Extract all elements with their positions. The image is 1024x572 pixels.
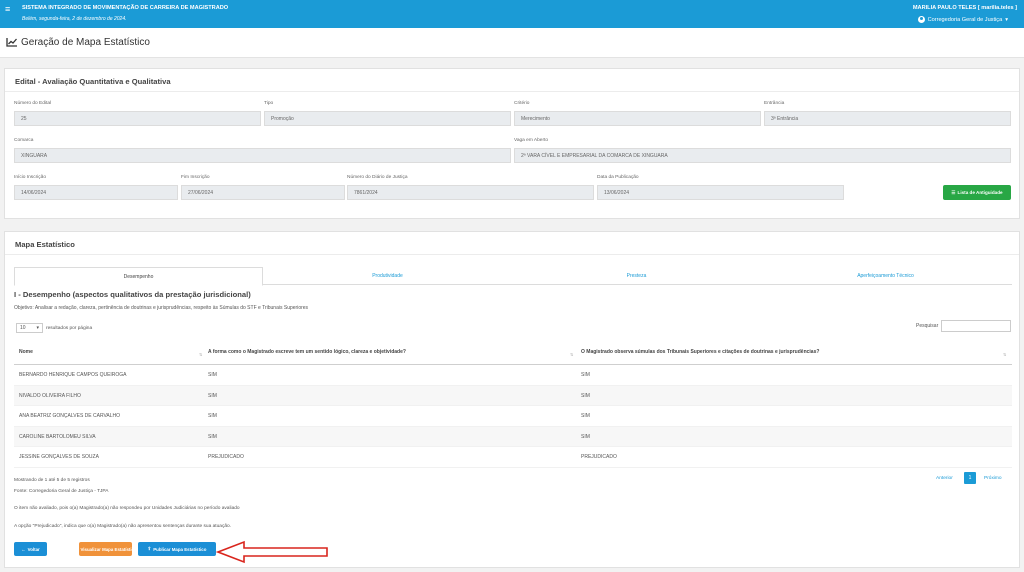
table-info: Mostrando de 1 até 5 de 5 registros <box>14 478 90 483</box>
cell-nome: CAROLINE BARTOLOMEU SILVA <box>19 433 96 440</box>
lista-antiguidade-button[interactable]: ☰ Lista de Antiguidade <box>943 185 1011 200</box>
cell-q2: SIM <box>581 433 590 440</box>
pagination-next[interactable]: Próximo <box>984 476 1002 481</box>
chevron-down-icon: ▾ <box>36 325 39 331</box>
back-button-label: Voltar <box>27 546 40 552</box>
table-row: NIVALDO OLIVEIRA FILHO SIM SIM <box>14 385 1012 406</box>
edital-card: Edital - Avaliação Quantitativa e Qualit… <box>4 68 1020 219</box>
footnote-not-evaluated: O item não avaliado, pois o(a) Magistrad… <box>14 506 240 511</box>
document-icon: ▤ <box>74 546 79 551</box>
share-icon: ⇪ <box>147 546 152 551</box>
pagination-prev[interactable]: Anterior <box>936 476 953 481</box>
cell-q2: PREJUDICADO <box>581 454 617 460</box>
pagination-page-1[interactable]: 1 <box>964 472 976 484</box>
cell-nome: JESSINE GONÇALVES DE SOUZA <box>19 454 99 460</box>
tipo-field: Promoção <box>264 111 511 126</box>
page-title: Geração de Mapa Estatístico <box>21 37 150 48</box>
sort-icon[interactable]: ⇅ <box>570 352 573 357</box>
tab-produtividade[interactable]: Produtividade <box>263 267 512 285</box>
table-row: BERNARDO HENRIQUE CAMPOS QUEIROGA SIM SI… <box>14 365 1012 386</box>
criterio-field: Merecimento <box>514 111 761 126</box>
source-note: Fonte: Corregedoria Geral de Justiça - T… <box>14 489 109 494</box>
hamburger-menu-icon[interactable]: ≡ <box>5 5 10 14</box>
numero-edital-field: 25 <box>14 111 261 126</box>
list-icon: ☰ <box>951 189 956 195</box>
cell-q1: SIM <box>208 413 217 419</box>
column-header-q1[interactable]: A forma como o Magistrado escreve tem um… <box>208 349 406 355</box>
search-input[interactable] <box>941 320 1011 332</box>
tab-presteza[interactable]: Presteza <box>512 267 761 285</box>
tab-aperfeicoamento[interactable]: Aperfeiçoamento Técnico <box>761 267 1010 285</box>
publish-map-button-label: Publicar Mapa Estatístico <box>153 546 207 552</box>
results-table: Nome ⇅ A forma como o Magistrado escreve… <box>14 340 1012 468</box>
annotation-arrow-icon <box>216 540 328 564</box>
back-button[interactable]: ← Voltar <box>14 542 47 556</box>
numero-edital-label: Número do Edital <box>14 101 52 106</box>
divider <box>5 91 1019 92</box>
mapa-card: Mapa Estatístico Desempenho Produtividad… <box>4 231 1020 568</box>
edital-card-title: Edital - Avaliação Quantitativa e Qualit… <box>15 77 171 86</box>
user-circle-icon <box>917 16 925 23</box>
vaga-label: Vaga em Aberto <box>514 138 549 143</box>
publish-map-button[interactable]: ⇪ Publicar Mapa Estatístico <box>138 542 216 556</box>
page-length-select[interactable]: 10 ▾ <box>16 323 43 333</box>
table-row: CAROLINE BARTOLOMEU SILVA SIM SIM <box>14 426 1012 447</box>
section-heading: I - Desempenho (aspectos qualitativos da… <box>14 290 251 299</box>
fim-inscricao-field: 27/06/2024 <box>181 185 345 200</box>
table-row: JESSINE GONÇALVES DE SOUZA PREJUDICADO P… <box>14 447 1012 468</box>
entrancia-field: 3ª Entrância <box>764 111 1011 126</box>
cell-q1: SIM <box>208 372 217 378</box>
sort-icon[interactable]: ⇅ <box>1003 352 1006 357</box>
cell-q1: SIM <box>208 433 217 440</box>
lista-antiguidade-label: Lista de Antiguidade <box>957 190 1003 195</box>
cell-q2: SIM <box>581 372 590 378</box>
vaga-field: 2ª VARA CÍVEL E EMPRESARIAL DA COMARCA D… <box>514 148 1011 163</box>
data-publicacao-label: Data da Publicação <box>597 175 639 180</box>
tab-desempenho[interactable]: Desempenho <box>14 267 263 286</box>
fim-inscricao-label: Fim Inscrição <box>181 175 210 180</box>
top-navbar: ≡ SISTEMA INTEGRADO DE MOVIMENTAÇÃO DE C… <box>0 0 1024 28</box>
criterio-label: Critério <box>514 101 530 106</box>
numero-diario-field: 7861/2024 <box>347 185 594 200</box>
arrow-left-icon: ← <box>21 546 26 552</box>
numero-diario-label: Número do Diário de Justiça <box>347 175 408 180</box>
view-map-button-label: Visualizar Mapa Estatístico <box>80 546 137 552</box>
table-row: ANA BEATRIZ GONÇALVES DE CARVALHO SIM SI… <box>14 406 1012 427</box>
mapa-card-title: Mapa Estatístico <box>15 240 75 249</box>
column-header-nome[interactable]: Nome <box>19 349 33 355</box>
caret-down-icon: ▾ <box>1005 16 1008 23</box>
entrancia-label: Entrância <box>764 101 785 106</box>
tipo-label: Tipo <box>264 101 274 106</box>
cell-nome: ANA BEATRIZ GONÇALVES DE CARVALHO <box>19 413 121 419</box>
cell-q1: PREJUDICADO <box>208 454 244 460</box>
cell-nome: NIVALDO OLIVEIRA FILHO <box>19 392 81 399</box>
page-length-value: 10 <box>20 325 26 331</box>
line-chart-icon <box>6 38 17 47</box>
current-date: Belém, segunda-feira, 2 de dezembro de 2… <box>22 16 127 22</box>
inicio-inscricao-label: Início Inscrição <box>14 175 46 180</box>
tab-bar: Desempenho Produtividade Presteza Aperfe… <box>14 267 1012 286</box>
table-header: Nome ⇅ A forma como o Magistrado escreve… <box>14 340 1012 365</box>
sort-icon[interactable]: ⇅ <box>199 352 202 357</box>
cell-nome: BERNARDO HENRIQUE CAMPOS QUEIROGA <box>19 372 127 378</box>
user-org-label: Corregedoria Geral de Justiça <box>927 16 1003 23</box>
cell-q2: SIM <box>581 392 590 399</box>
column-header-q2[interactable]: O Magistrado observa súmulas dos Tribuna… <box>581 349 819 355</box>
view-map-button[interactable]: ▤ Visualizar Mapa Estatístico <box>74 542 137 556</box>
cell-q2: SIM <box>581 413 590 419</box>
data-publicacao-field: 13/06/2024 <box>597 185 844 200</box>
user-org-dropdown[interactable]: Corregedoria Geral de Justiça ▾ <box>917 16 1008 23</box>
page-length-suffix: resultados por página <box>46 326 93 331</box>
comarca-label: Comarca <box>14 138 34 143</box>
search-label: Pesquisar <box>916 323 939 329</box>
user-name: MARILIA PAULO TELES [ marilia.teles ] <box>912 5 1017 11</box>
cell-q1: SIM <box>208 392 217 399</box>
page-header: Geração de Mapa Estatístico <box>0 28 1024 58</box>
comarca-field: XINGUARA <box>14 148 511 163</box>
footnote-prejudicado: A opção "Prejudicado", indica que o(a) M… <box>14 524 232 529</box>
section-objective: Objetivo: Analisar a redação, clareza, p… <box>14 305 309 311</box>
divider <box>5 254 1019 255</box>
inicio-inscricao-field: 14/06/2024 <box>14 185 178 200</box>
system-title: SISTEMA INTEGRADO DE MOVIMENTAÇÃO DE CAR… <box>22 5 229 11</box>
